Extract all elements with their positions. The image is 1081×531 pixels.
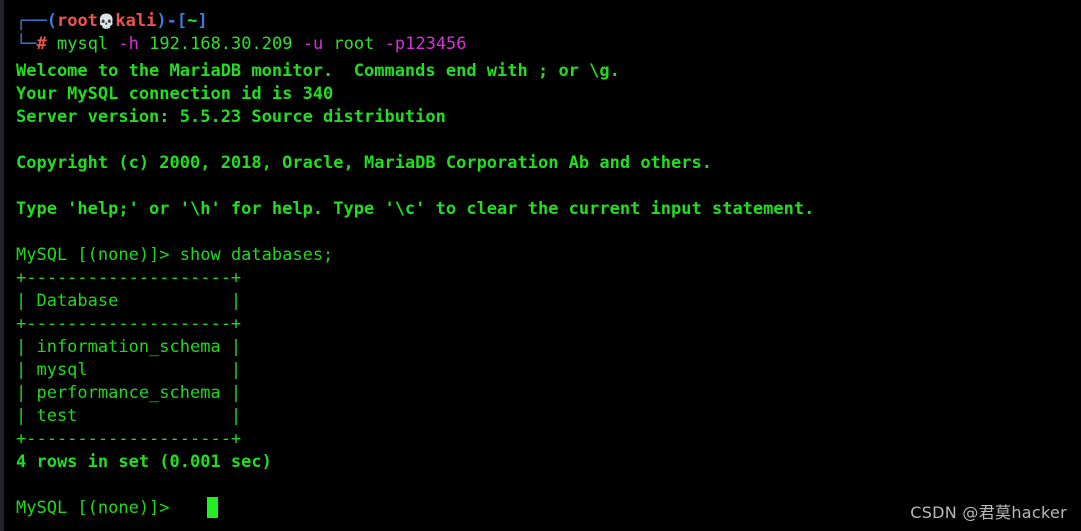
- mysql-prompt-label: MySQL [(none)]>: [16, 245, 170, 265]
- result-summary: 4 rows in set (0.001 sec): [16, 452, 272, 472]
- command-program-name: mysql: [56, 34, 109, 54]
- prompt-paren-open: (: [46, 11, 57, 31]
- table-border-mid: +--------------------+: [16, 314, 242, 334]
- text-cursor: [207, 497, 218, 518]
- prompt-bracket-open: [: [176, 11, 188, 31]
- command-user: root: [333, 34, 375, 54]
- terminal-window[interactable]: ┌──(root💀kali)-[~] └─# mysql -h 192.168.…: [0, 0, 1081, 531]
- output-server-version: Server version: 5.5.23 Source distributi…: [16, 107, 446, 127]
- output-copyright: Copyright (c) 2000, 2018, Oracle, MariaD…: [16, 153, 712, 173]
- shell-prompt-line-1: ┌──(root💀kali)-[~]: [16, 10, 208, 34]
- space-4: [323, 34, 333, 54]
- prompt-branch-top-icon: ┌──: [16, 11, 47, 31]
- window-edge-strip: [0, 0, 4, 531]
- output-help-hint: Type 'help;' or '\h' for help. Type '\c'…: [16, 199, 815, 219]
- space-1: [108, 34, 118, 54]
- command-program: [47, 34, 57, 54]
- command-flag-password: -p123456: [384, 34, 467, 54]
- table-row: | mysql |: [16, 360, 242, 380]
- prompt-dash: -: [166, 11, 177, 31]
- prompt-bracket-close: ]: [197, 11, 208, 31]
- command-host-ip: 192.168.30.209: [149, 34, 293, 54]
- table-border-bottom: +--------------------+: [16, 429, 242, 449]
- prompt-branch-bottom-icon: └─: [16, 34, 37, 54]
- table-header-row: | Database |: [16, 291, 242, 311]
- prompt-user: root: [56, 11, 98, 31]
- space-2: [139, 34, 149, 54]
- output-welcome: Welcome to the MariaDB monitor. Commands…: [16, 61, 620, 81]
- output-connection-id: Your MySQL connection id is 340: [16, 84, 334, 104]
- table-row: | information_schema |: [16, 337, 242, 357]
- table-row: | performance_schema |: [16, 383, 242, 403]
- table-border-top: +--------------------+: [16, 268, 242, 288]
- csdn-watermark: CSDN @君莫hacker: [910, 503, 1067, 522]
- table-row: | test |: [16, 406, 242, 426]
- prompt-path: ~: [187, 11, 198, 31]
- command-flag-host: -h: [118, 34, 139, 54]
- prompt-hash: #: [36, 34, 47, 54]
- query-prompt-line[interactable]: MySQL [(none)]> show databases;: [16, 244, 333, 267]
- final-mysql-prompt[interactable]: MySQL [(none)]>: [16, 497, 170, 520]
- command-flag-user: -u: [302, 34, 324, 54]
- space-5: [374, 34, 384, 54]
- space-3: [292, 34, 302, 54]
- prompt-host: kali: [115, 11, 157, 31]
- prompt-paren-close: ): [156, 11, 167, 31]
- mysql-query-text: show databases;: [169, 245, 334, 265]
- shell-prompt-line-2[interactable]: └─# mysql -h 192.168.30.209 -u root -p12…: [16, 33, 467, 56]
- skull-icon: 💀: [97, 14, 116, 30]
